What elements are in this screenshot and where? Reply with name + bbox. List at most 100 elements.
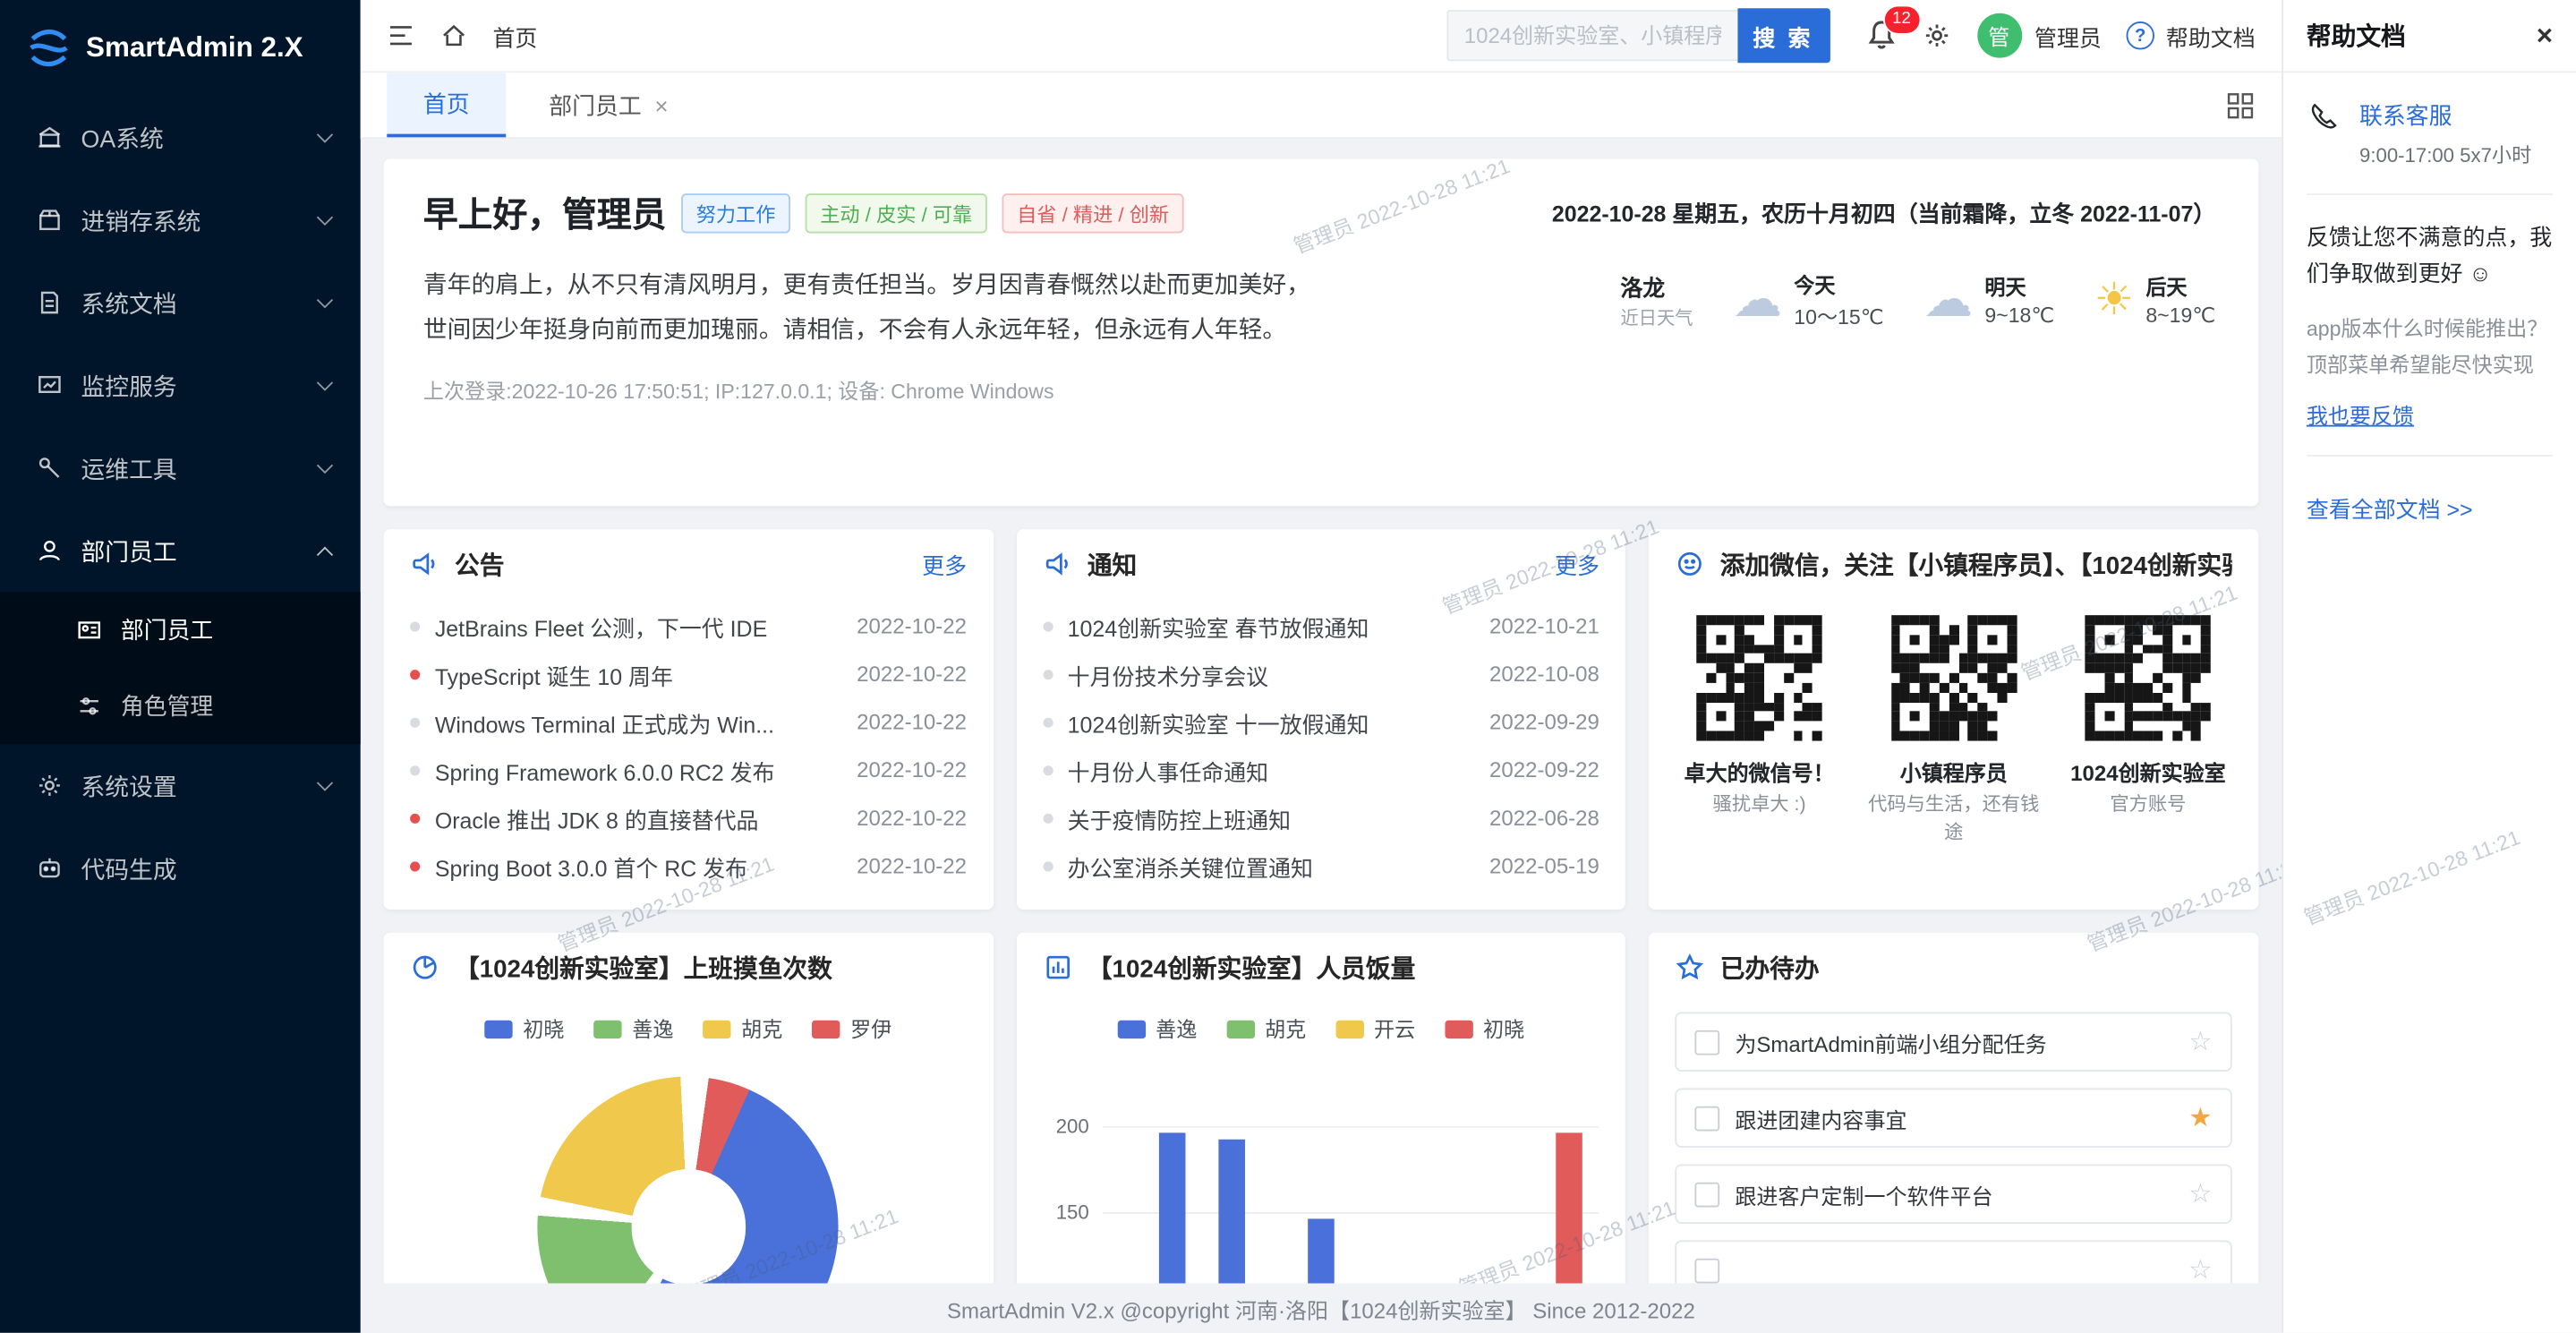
chevron-down-icon [317, 374, 333, 390]
todo-row[interactable]: 跟进客户定制一个软件平台 [1676, 1164, 2232, 1224]
weather-city: 洛龙 [1620, 269, 1693, 302]
sidebar-subitem-role-management[interactable]: 角色管理 [0, 668, 361, 744]
megaphone-icon [410, 549, 439, 578]
logo-icon [27, 27, 70, 70]
sidebar-item-docs[interactable]: 系统文档 [0, 261, 361, 344]
announcement-row[interactable]: Spring Boot 3.0.0 首个 RC 发布2022-10-22 [410, 842, 967, 890]
card-title: 【1024创新实验室】人员饭量 [1088, 950, 1599, 985]
layout-grid-icon[interactable] [2225, 90, 2255, 120]
legend-item[interactable]: 善逸 [594, 1013, 674, 1044]
star-toggle-icon[interactable] [2188, 1253, 2212, 1283]
sidebar-item-monitor[interactable]: 监控服务 [0, 344, 361, 426]
star-toggle-icon[interactable] [2188, 1025, 2212, 1058]
robot-icon [37, 855, 64, 882]
close-panel-icon[interactable] [2537, 19, 2553, 52]
checkbox[interactable] [1695, 1030, 1720, 1055]
smiley-icon [1676, 549, 1705, 578]
card-title: 通知 [1088, 547, 1540, 582]
legend-item[interactable]: 开云 [1336, 1013, 1416, 1044]
sidebar-item-label: OA系统 [81, 120, 302, 155]
weather-day-tomorrow: 明天 9~18℃ [1923, 269, 2054, 330]
collapse-menu-icon[interactable] [387, 21, 414, 49]
sidebar-subitem-department-staff[interactable]: 部门员工 [0, 592, 361, 668]
sidebar-item-oa[interactable]: OA系统 [0, 96, 361, 178]
sidebar-item-department[interactable]: 部门员工 [0, 509, 361, 592]
weather-day-after: 后天 8~19℃ [2094, 269, 2216, 330]
announcement-row[interactable]: TypeScript 诞生 10 周年2022-10-22 [410, 650, 967, 698]
notice-row[interactable]: 办公室消杀关键位置通知2022-05-19 [1043, 842, 1599, 890]
announcement-row[interactable]: Oracle 推出 JDK 8 的直接替代品2022-10-22 [410, 794, 967, 842]
announcement-row[interactable]: Windows Terminal 正式成为 Win...2022-10-22 [410, 698, 967, 747]
app-title: SmartAdmin 2.X [86, 31, 303, 64]
fish-chart-card: 【1024创新实验室】上班摸鱼次数 初晓 善逸 胡克 罗伊 [384, 933, 994, 1284]
main-area: 首页 搜 索 12 管 管理员 帮助文档 首页 [361, 0, 2282, 1333]
notice-row[interactable]: 1024创新实验室 春节放假通知2022-10-21 [1043, 602, 1599, 650]
card-title: 添加微信，关注【小镇程序员】、【1024创新实验室】 [1720, 547, 2232, 582]
notice-row[interactable]: 关于疫情防控上班通知2022-06-28 [1043, 794, 1599, 842]
legend-item[interactable]: 罗伊 [813, 1013, 892, 1044]
sidebar-item-inventory[interactable]: 进销存系统 [0, 179, 361, 261]
bar-blue-3 [1308, 1218, 1335, 1283]
bullet-dot [1043, 765, 1053, 774]
sidebar-item-codegen[interactable]: 代码生成 [0, 827, 361, 910]
announcement-row[interactable]: JetBrains Fleet 公测，下一代 IDE2022-10-22 [410, 602, 967, 650]
avatar: 管 [1976, 13, 2021, 58]
card-title: 公告 [455, 547, 908, 582]
rose-donut-chart [538, 1077, 839, 1284]
pie-chart-icon [410, 953, 439, 982]
legend-item[interactable]: 初晓 [1445, 1013, 1524, 1044]
todo-row[interactable]: 为SmartAdmin前端小组分配任务 [1676, 1013, 2232, 1072]
box-icon [37, 207, 64, 234]
app-logo[interactable]: SmartAdmin 2.X [0, 0, 361, 96]
notice-row[interactable]: 十月份人事任命通知2022-09-22 [1043, 746, 1599, 794]
tab-home[interactable]: 首页 [387, 73, 506, 137]
legend-item[interactable]: 初晓 [485, 1013, 565, 1044]
star-toggle-icon[interactable] [2188, 1101, 2212, 1134]
checkbox[interactable] [1695, 1106, 1720, 1131]
building-icon [37, 124, 64, 151]
legend-item[interactable]: 胡克 [704, 1013, 783, 1044]
announcement-row[interactable]: Spring Framework 6.0.0 RC2 发布2022-10-22 [410, 746, 967, 794]
contact-support-link[interactable]: 联系客服 [2359, 103, 2452, 130]
announcement-list: JetBrains Fleet 公测，下一代 IDE2022-10-22 Typ… [384, 599, 994, 890]
tab-bar: 首页 部门员工 [361, 73, 2282, 139]
qr-code [2082, 611, 2214, 744]
close-tab-icon[interactable] [655, 92, 669, 119]
card-title: 已办待办 [1720, 950, 2232, 985]
phone-icon [2307, 99, 2343, 136]
bar-blue-2 [1218, 1140, 1245, 1284]
bars [1102, 1070, 1599, 1283]
more-link[interactable]: 更多 [1555, 547, 1599, 580]
y-axis-tick: 150 [1043, 1201, 1089, 1224]
all-docs-link[interactable]: 查看全部文档 >> [2307, 491, 2473, 524]
search-button[interactable]: 搜 索 [1737, 8, 1830, 63]
gear-icon[interactable] [1922, 21, 1951, 50]
help-panel-title: 帮助文档 [2307, 18, 2406, 53]
weather-widget: 洛龙 近日天气 今天 10～15℃ 明天 9~18℃ [1620, 268, 2215, 332]
notice-row[interactable]: 1024创新实验室 十一放假通知2022-09-29 [1043, 698, 1599, 747]
legend-item[interactable]: 胡克 [1227, 1013, 1307, 1044]
todo-row[interactable]: 跟进团建内容事宜 [1676, 1088, 2232, 1148]
home-icon[interactable] [439, 21, 467, 49]
user-menu[interactable]: 管 管理员 [1976, 13, 2101, 58]
topbar: 首页 搜 索 12 管 管理员 帮助文档 [361, 0, 2282, 73]
notification-bell-icon[interactable]: 12 [1864, 17, 1898, 54]
search-input[interactable] [1446, 10, 1736, 61]
sidebar-item-ops-tools[interactable]: 运维工具 [0, 427, 361, 509]
tab-department[interactable]: 部门员工 [513, 73, 705, 137]
divider [2307, 193, 2553, 195]
todo-row-partial[interactable] [1676, 1240, 2232, 1283]
checkbox[interactable] [1695, 1258, 1720, 1283]
help-docs-toggle[interactable]: 帮助文档 [2127, 19, 2256, 52]
qr-item-zhuoda: 卓大的微信号！ 骚扰卓大 :) [1668, 611, 1850, 847]
checkbox[interactable] [1695, 1182, 1720, 1207]
legend-item[interactable]: 善逸 [1118, 1013, 1198, 1044]
sidebar-item-settings[interactable]: 系统设置 [0, 744, 361, 826]
smartadmin-app: SmartAdmin 2.X OA系统 进销存系统 系统文档 监控服务 [0, 0, 2576, 1333]
sidebar-item-label: 进销存系统 [81, 202, 302, 237]
star-toggle-icon[interactable] [2188, 1177, 2212, 1210]
notice-row[interactable]: 十月份技术分享会议2022-10-08 [1043, 650, 1599, 698]
breadcrumb[interactable]: 首页 [492, 19, 537, 52]
feedback-link[interactable]: 我也要反馈 [2307, 397, 2414, 429]
more-link[interactable]: 更多 [922, 547, 967, 580]
